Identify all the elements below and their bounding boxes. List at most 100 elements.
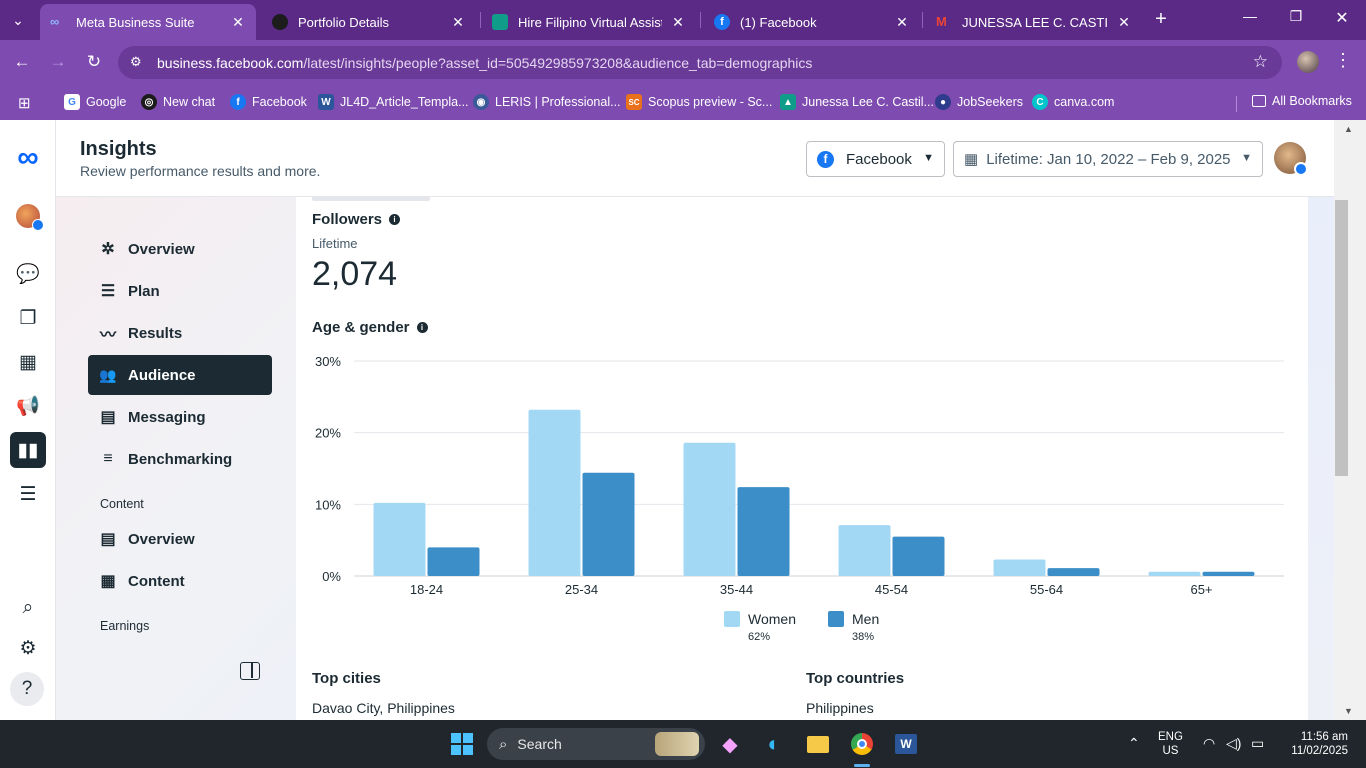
tab-title: (1) Facebook (740, 14, 817, 30)
scroll-down-icon[interactable]: ▼ (1344, 706, 1353, 716)
browser-profile-avatar[interactable] (1297, 51, 1319, 73)
x-tick-label: 55-64 (1030, 582, 1063, 597)
planner-icon[interactable]: ▦ (10, 344, 46, 380)
y-tick-label: 0% (322, 569, 341, 584)
facebook-icon: f (714, 14, 730, 30)
page-scrollbar[interactable]: ▲ ▼ (1334, 120, 1366, 720)
sidebar-item-messaging[interactable]: ▤ Messaging (88, 397, 272, 437)
browser-menu-icon[interactable]: ⋮ (1334, 50, 1352, 71)
close-window-icon[interactable]: ✕ (1330, 8, 1354, 28)
insights-icon[interactable]: ▮▮ (10, 432, 46, 468)
bookmark-google[interactable]: G Google (64, 94, 126, 110)
close-tab-icon[interactable]: ✕ (450, 14, 466, 31)
bar-women-35-44 (683, 442, 736, 576)
facebook-badge-icon (1294, 162, 1308, 176)
clock[interactable]: 11:56 am 11/02/2025 (1282, 730, 1348, 758)
sidebar-item-audience[interactable]: 👥 Audience (88, 355, 272, 395)
volume-icon[interactable]: ◁) (1226, 735, 1241, 752)
collapse-sidebar-icon[interactable] (240, 662, 260, 680)
taskbar-search[interactable]: ⌕ Search (487, 728, 705, 760)
site-info-icon[interactable]: ⚙ (130, 54, 142, 70)
legend-women[interactable]: Women 62% (724, 611, 796, 643)
close-tab-icon[interactable]: ✕ (230, 14, 246, 31)
url-omnibox[interactable]: ⚙ business.facebook.com/latest/insights/… (118, 46, 1282, 79)
back-icon[interactable]: ← (10, 52, 34, 72)
bookmark-canva[interactable]: Ccanva.com (1032, 94, 1114, 110)
forward-icon[interactable]: → (46, 52, 70, 72)
new-tab-icon[interactable]: + (1150, 8, 1172, 31)
all-tools-icon[interactable]: ☰ (10, 476, 46, 512)
bookmark-scopus[interactable]: SC Scopus preview - Sc... (626, 94, 772, 110)
bar-men-18-24 (427, 547, 480, 576)
sidebar-item-plan[interactable]: ☰ Plan (88, 271, 272, 311)
wifi-icon[interactable]: ◠ (1203, 735, 1215, 752)
bookmark-facebook[interactable]: f Facebook (230, 94, 307, 110)
chevron-down-icon: ▼ (1241, 152, 1252, 164)
search-icon[interactable]: ⌕ (10, 590, 46, 626)
chrome-icon[interactable] (848, 730, 876, 758)
bar-women-65+ (1148, 571, 1201, 576)
tab-title: Portfolio Details (298, 14, 390, 30)
x-tick-label: 35-44 (720, 582, 753, 597)
inbox-icon[interactable]: 💬 (10, 256, 46, 292)
help-icon[interactable]: ? (10, 672, 44, 706)
tab-meta-business-suite[interactable]: ∞ Meta Business Suite ✕ (40, 4, 256, 40)
ads-icon[interactable]: 📢 (10, 388, 46, 424)
bookmark-leris[interactable]: ◉ LERIS | Professional... (473, 94, 621, 110)
close-tab-icon[interactable]: ✕ (670, 14, 686, 31)
sidebar-item-content-overview[interactable]: ▤ Overview (88, 519, 272, 559)
legend-men[interactable]: Men 38% (828, 611, 879, 643)
page-avatar[interactable] (10, 198, 46, 234)
tab-hire-filipino[interactable]: Hire Filipino Virtual Assistants ✕ (482, 4, 696, 40)
audience-icon: 👥 (99, 366, 117, 383)
battery-icon[interactable]: ▭ (1251, 735, 1264, 752)
apps-grid-icon[interactable]: ⊞ (18, 94, 31, 112)
sidebar-item-overview[interactable]: ✲ Overview (88, 229, 272, 269)
language-indicator[interactable]: ENG US (1158, 730, 1183, 758)
minimize-icon[interactable]: — (1238, 8, 1262, 24)
bar-men-35-44 (737, 487, 790, 576)
tab-facebook[interactable]: f (1) Facebook ✕ (704, 4, 920, 40)
content-icon[interactable]: ❐ (10, 300, 46, 336)
bookmark-label: Google (86, 95, 127, 109)
scrollbar-thumb[interactable] (1335, 200, 1348, 476)
sidebar-item-results[interactable]: 〰 Results (88, 313, 272, 353)
tab-portfolio-details[interactable]: Portfolio Details ✕ (262, 4, 476, 40)
x-tick-label: 18-24 (410, 582, 443, 597)
file-explorer-icon[interactable] (804, 730, 832, 758)
tab-search-menu-icon[interactable]: ⌄ (0, 0, 36, 40)
scroll-up-icon[interactable]: ▲ (1344, 124, 1353, 134)
date-range-dropdown[interactable]: ▦ Lifetime: Jan 10, 2022 – Feb 9, 2025 ▼ (953, 141, 1263, 177)
top-country-item: Philippines (806, 700, 874, 716)
jobseekers-icon: ● (935, 94, 951, 110)
restore-icon[interactable]: ❐ (1284, 8, 1308, 25)
tab-gmail[interactable]: M JUNESSA LEE C. CASTILLO - Gmail ✕ (926, 4, 1142, 40)
platform-dropdown[interactable]: f Facebook ▼ (806, 141, 945, 177)
close-tab-icon[interactable]: ✕ (1116, 14, 1132, 31)
reload-icon[interactable]: ↻ (82, 52, 106, 72)
tab-title: JUNESSA LEE C. CASTILLO - Gmail (962, 14, 1108, 30)
windows-start-icon[interactable] (448, 730, 476, 758)
content-overview-icon: ▤ (100, 531, 116, 548)
url-text[interactable]: business.facebook.com/latest/insights/pe… (157, 55, 812, 71)
close-tab-icon[interactable]: ✕ (894, 14, 910, 31)
settings-icon[interactable]: ⚙ (10, 630, 46, 666)
sidebar-item-benchmarking[interactable]: ≡ Benchmarking (88, 439, 272, 479)
bookmark-star-icon[interactable]: ☆ (1253, 52, 1268, 72)
all-bookmarks-button[interactable]: All Bookmarks (1252, 94, 1352, 108)
active-app-indicator (854, 764, 870, 767)
sidebar-item-content[interactable]: ▦ Content (88, 561, 272, 601)
copilot-icon[interactable]: ◆ (716, 730, 744, 758)
meta-logo-icon: ∞ (50, 14, 60, 29)
results-icon: 〰 (99, 327, 116, 344)
y-tick-label: 10% (315, 497, 341, 512)
bookmark-jobseekers[interactable]: ● JobSeekers (935, 94, 1023, 110)
word-icon[interactable]: W (892, 730, 920, 758)
show-hidden-icons-icon[interactable]: ⌃ (1128, 735, 1140, 752)
bookmark-junessa[interactable]: ▲ Junessa Lee C. Castil... (780, 94, 934, 110)
edge-icon[interactable]: ◐ (760, 730, 788, 758)
bookmark-new-chat[interactable]: ◎ New chat (141, 94, 215, 110)
word-icon: W (318, 94, 334, 110)
bookmark-jl4d[interactable]: W JL4D_Article_Templa... (318, 94, 469, 110)
meta-logo-icon[interactable]: ∞ (10, 140, 46, 176)
